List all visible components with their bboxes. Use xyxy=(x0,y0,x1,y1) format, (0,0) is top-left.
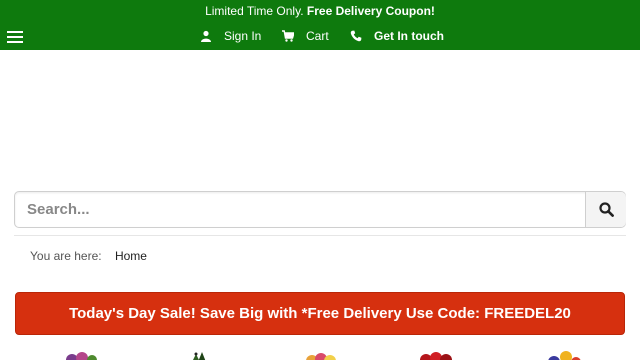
promo-message: Limited Time Only. Free Delivery Coupon! xyxy=(0,4,640,18)
header-nav: Sign In Cart Get In touch xyxy=(0,28,640,44)
sale-banner[interactable]: Today's Day Sale! Save Big with *Free De… xyxy=(15,292,625,335)
sign-in-label: Sign In xyxy=(224,29,262,43)
product-image[interactable] xyxy=(294,350,348,360)
search-icon xyxy=(598,202,614,217)
search-button[interactable] xyxy=(585,192,626,227)
promo-text: Limited Time Only. xyxy=(205,4,304,18)
breadcrumb: You are here: Home xyxy=(30,249,147,263)
sign-in-link[interactable]: Sign In xyxy=(200,28,261,44)
contact-link[interactable]: Get In touch xyxy=(350,28,444,44)
promo-coupon[interactable]: Free Delivery Coupon! xyxy=(307,4,435,18)
breadcrumb-home-link[interactable]: Home xyxy=(115,249,147,263)
top-header: Limited Time Only. Free Delivery Coupon!… xyxy=(0,0,640,50)
product-image[interactable] xyxy=(408,350,462,360)
product-image[interactable] xyxy=(540,350,594,360)
phone-icon xyxy=(350,30,362,42)
product-image[interactable] xyxy=(172,350,226,360)
search-input[interactable] xyxy=(15,192,585,227)
user-icon xyxy=(201,30,211,42)
search-bar xyxy=(14,191,626,228)
divider xyxy=(14,235,626,236)
cart-icon xyxy=(282,30,294,42)
breadcrumb-prefix: You are here: xyxy=(30,249,102,263)
contact-label: Get In touch xyxy=(374,29,444,43)
product-image[interactable] xyxy=(54,350,108,360)
cart-label: Cart xyxy=(306,29,329,43)
cart-link[interactable]: Cart xyxy=(282,28,329,44)
